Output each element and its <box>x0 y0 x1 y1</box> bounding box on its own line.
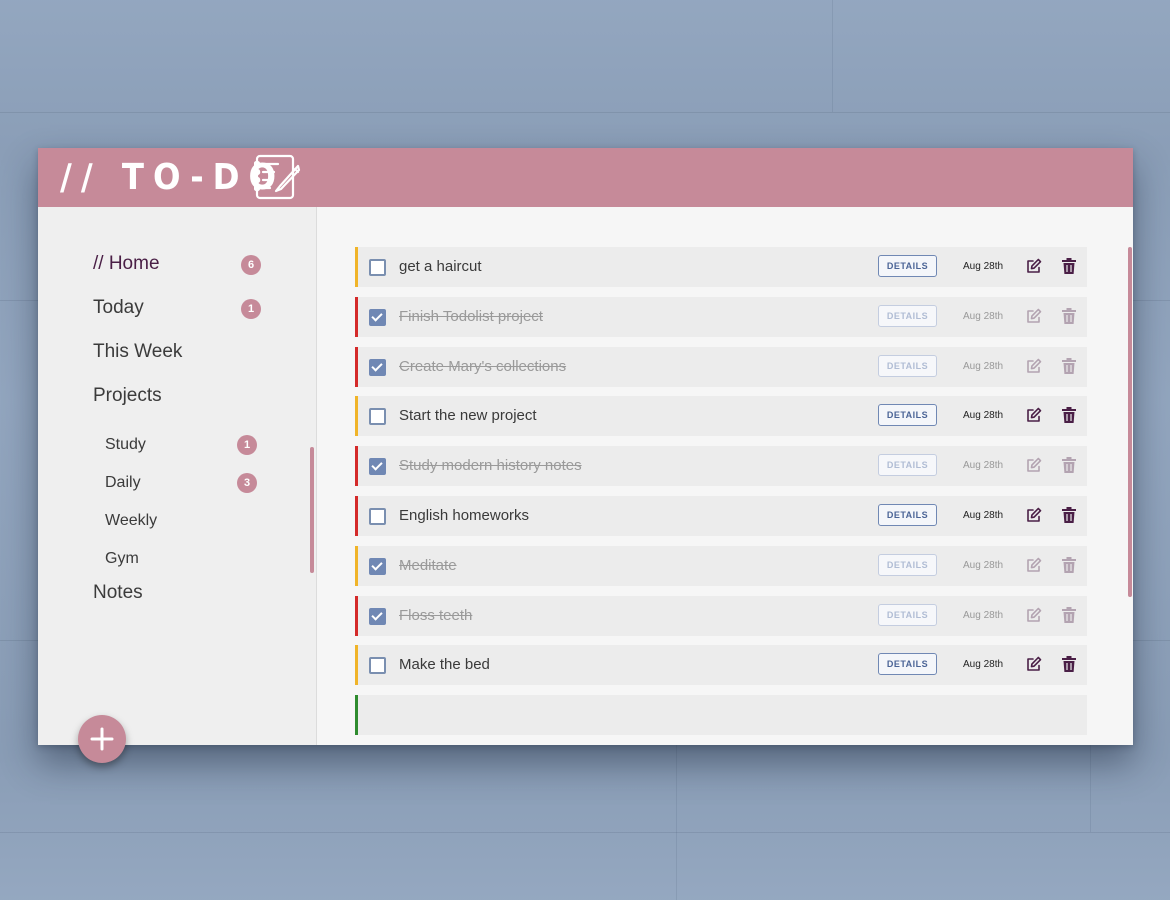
edit-icon[interactable] <box>1026 507 1042 523</box>
sidebar-item-this-week[interactable]: This Week <box>93 341 182 363</box>
main-scrollbar[interactable] <box>1128 247 1132 597</box>
sidebar-item-notes[interactable]: Notes <box>93 582 143 604</box>
trash-icon[interactable] <box>1062 606 1076 623</box>
task-checkbox[interactable] <box>369 458 386 476</box>
edit-icon[interactable] <box>1026 258 1042 274</box>
trash-icon[interactable] <box>1062 507 1076 523</box>
details-button[interactable]: DETAILS <box>878 255 937 277</box>
details-button[interactable]: DETAILS <box>878 354 937 377</box>
task-checkbox[interactable] <box>369 308 386 326</box>
task-title: Start the new project <box>399 407 537 425</box>
task-title: Floss teeth <box>399 606 473 624</box>
task-row: Start the new project DETAILS Aug 28th <box>355 396 1087 437</box>
daily-count-badge: 3 <box>237 473 257 493</box>
task-title: Make the bed <box>399 656 490 674</box>
trash-icon[interactable] <box>1062 656 1076 673</box>
task-row: Floss teeth DETAILS Aug 28th <box>355 595 1087 636</box>
sidebar: // Home 6 Today 1 This Week Projects Stu… <box>38 207 317 763</box>
project-item-study[interactable]: Study <box>105 436 146 454</box>
task-title: English homeworks <box>399 507 530 524</box>
trash-icon[interactable] <box>1062 357 1076 374</box>
app-window: // TO-DO // Home 6 Today 1 This Week Pro… <box>38 148 1133 763</box>
project-item-gym[interactable]: Gym <box>105 550 139 568</box>
sidebar-item-projects[interactable]: Projects <box>93 385 162 407</box>
app-title: // TO-DO <box>60 157 286 198</box>
sidebar-item-today[interactable]: Today <box>93 297 144 319</box>
details-button[interactable]: DETAILS <box>878 603 937 626</box>
task-row: Meditate DETAILS Aug 28th <box>355 545 1087 586</box>
edit-icon[interactable] <box>1026 308 1042 324</box>
task-row: Study modern history notes DETAILS Aug 2… <box>355 446 1087 487</box>
task-date: Aug 28th <box>963 460 1004 472</box>
task-row: get a haircut DETAILS Aug 28th <box>355 247 1087 287</box>
edit-icon[interactable] <box>1026 557 1042 573</box>
task-date: Aug 28th <box>963 609 1004 621</box>
sidebar-item-home[interactable]: // Home <box>93 253 160 275</box>
home-count-badge: 6 <box>241 255 261 275</box>
task-checkbox[interactable] <box>369 358 386 376</box>
edit-icon[interactable] <box>1026 407 1042 423</box>
details-button[interactable]: DETAILS <box>878 653 937 676</box>
notebook-pen-icon <box>254 154 301 200</box>
sidebar-scrollbar[interactable] <box>310 447 314 573</box>
study-count-badge: 1 <box>237 435 257 455</box>
task-row: English homeworks DETAILS Aug 28th <box>355 496 1087 536</box>
task-checkbox[interactable] <box>369 557 386 575</box>
task-title: Meditate <box>399 556 457 574</box>
task-date: Aug 28th <box>963 360 1004 372</box>
task-date: Aug 28th <box>963 310 1004 322</box>
add-task-button[interactable] <box>78 715 126 763</box>
trash-icon[interactable] <box>1062 556 1076 573</box>
task-checkbox[interactable] <box>369 259 386 276</box>
task-row: Create Mary's collections DETAILS Aug 28… <box>355 346 1087 387</box>
details-button[interactable]: DETAILS <box>878 304 937 327</box>
edit-icon[interactable] <box>1026 358 1042 374</box>
details-button[interactable]: DETAILS <box>878 553 937 576</box>
task-date: Aug 28th <box>963 559 1004 571</box>
task-checkbox[interactable] <box>369 657 386 675</box>
task-title: get a haircut <box>399 258 482 275</box>
task-title: Study modern history notes <box>399 457 582 475</box>
today-count-badge: 1 <box>241 299 261 319</box>
task-row: Make the bed DETAILS Aug 28th <box>355 645 1087 686</box>
task-checkbox[interactable] <box>369 607 386 625</box>
task-row: Finish Todolist project DETAILS Aug 28th <box>355 296 1087 337</box>
task-date: Aug 28th <box>963 261 1004 272</box>
edit-icon[interactable] <box>1026 457 1042 473</box>
edit-icon[interactable] <box>1026 607 1042 623</box>
details-button[interactable]: DETAILS <box>878 404 937 427</box>
task-list: get a haircut DETAILS Aug 28th Finish To… <box>317 207 1133 745</box>
app-header: // TO-DO <box>38 148 1133 207</box>
plus-icon <box>90 727 114 751</box>
task-date: Aug 28th <box>963 410 1004 422</box>
task-title: Finish Todolist project <box>399 307 543 325</box>
task-title: Create Mary's collections <box>399 357 567 375</box>
task-date: Aug 28th <box>963 659 1004 671</box>
trash-icon[interactable] <box>1062 258 1076 274</box>
trash-icon[interactable] <box>1062 457 1076 474</box>
trash-icon[interactable] <box>1062 307 1076 324</box>
project-item-daily[interactable]: Daily <box>105 474 141 492</box>
task-row-partial <box>355 695 1087 735</box>
task-checkbox[interactable] <box>369 408 386 426</box>
trash-icon[interactable] <box>1062 407 1076 424</box>
task-checkbox[interactable] <box>369 508 386 525</box>
details-button[interactable]: DETAILS <box>878 504 937 526</box>
task-date: Aug 28th <box>963 510 1004 521</box>
project-item-weekly[interactable]: Weekly <box>105 512 157 530</box>
edit-icon[interactable] <box>1026 656 1042 672</box>
details-button[interactable]: DETAILS <box>878 454 937 477</box>
